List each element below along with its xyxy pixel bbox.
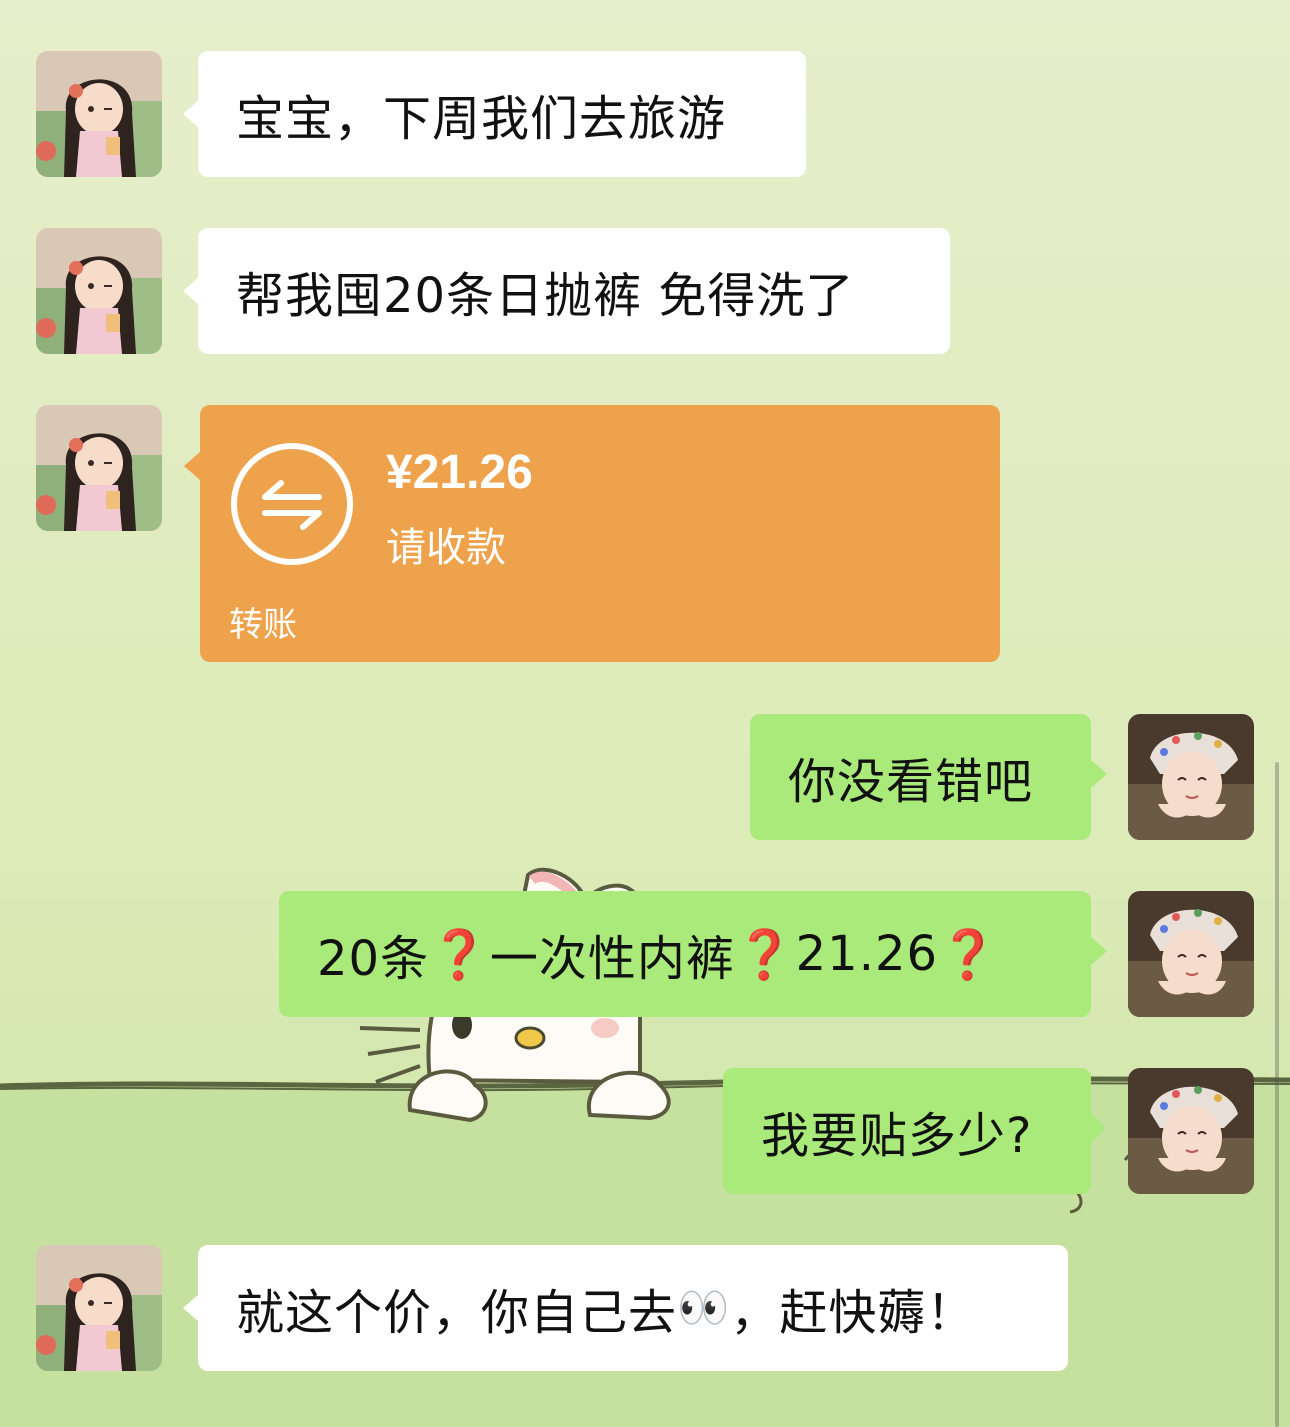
message-bubble[interactable]: 就这个价，你自己去 👀 ，赶快薅！ bbox=[198, 1245, 1068, 1371]
message-bubble[interactable]: 帮我囤20条日抛裤 免得洗了 bbox=[198, 228, 950, 354]
red-question-mark-icon: ❓ bbox=[429, 926, 490, 983]
user-avatar[interactable] bbox=[1128, 891, 1254, 1017]
message-text: 帮我囤20条日抛裤 免得洗了 bbox=[236, 268, 855, 324]
message-bubble[interactable]: 我要贴多少? bbox=[723, 1068, 1091, 1194]
transfer-arrows-icon bbox=[229, 441, 355, 567]
friend-avatar[interactable] bbox=[36, 1245, 162, 1371]
message-bubble[interactable]: 你没看错吧 bbox=[750, 714, 1091, 840]
friend-avatar[interactable] bbox=[36, 51, 162, 177]
bubble-tail bbox=[183, 277, 199, 305]
message-bubble[interactable]: 宝宝，下周我们去旅游 bbox=[198, 51, 806, 177]
transfer-card[interactable]: ¥21.26 请收款 转账 bbox=[200, 405, 1000, 662]
bubble-tail bbox=[183, 1294, 199, 1322]
message-text-part: 20条 bbox=[317, 931, 430, 987]
message-text-part: 21.26 bbox=[795, 926, 939, 982]
friend-avatar[interactable] bbox=[36, 405, 162, 531]
chat-wallpaper bbox=[0, 0, 1290, 1427]
message-text-part: ，赶快薅！ bbox=[730, 1285, 976, 1341]
message-text-part: 一次性内裤 bbox=[489, 931, 735, 987]
bubble-tail bbox=[183, 100, 199, 128]
transfer-amount: ¥21.26 bbox=[386, 446, 533, 499]
eyes-emoji-icon: 👀 bbox=[677, 1283, 731, 1332]
red-question-mark-icon: ❓ bbox=[938, 926, 999, 983]
message-bubble[interactable]: 20条 ❓ 一次性内裤 ❓ 21.26 ❓ bbox=[279, 891, 1091, 1017]
bubble-tail bbox=[1091, 760, 1107, 788]
bubble-tail bbox=[184, 452, 200, 480]
bubble-tail bbox=[1091, 1114, 1107, 1142]
message-text: 你没看错吧 bbox=[788, 754, 1034, 810]
user-avatar[interactable] bbox=[1128, 714, 1254, 840]
message-text: 我要贴多少? bbox=[761, 1108, 1033, 1164]
red-question-mark-icon: ❓ bbox=[734, 926, 796, 983]
message-text-part: 就这个价，你自己去 bbox=[236, 1285, 678, 1341]
scrollbar[interactable] bbox=[1275, 762, 1279, 1427]
user-avatar[interactable] bbox=[1128, 1068, 1254, 1194]
transfer-footer-label: 转账 bbox=[229, 605, 297, 645]
message-text: 宝宝，下周我们去旅游 bbox=[236, 91, 727, 147]
friend-avatar[interactable] bbox=[36, 228, 162, 354]
transfer-subtitle: 请收款 bbox=[386, 525, 506, 571]
bubble-tail bbox=[1091, 937, 1107, 965]
